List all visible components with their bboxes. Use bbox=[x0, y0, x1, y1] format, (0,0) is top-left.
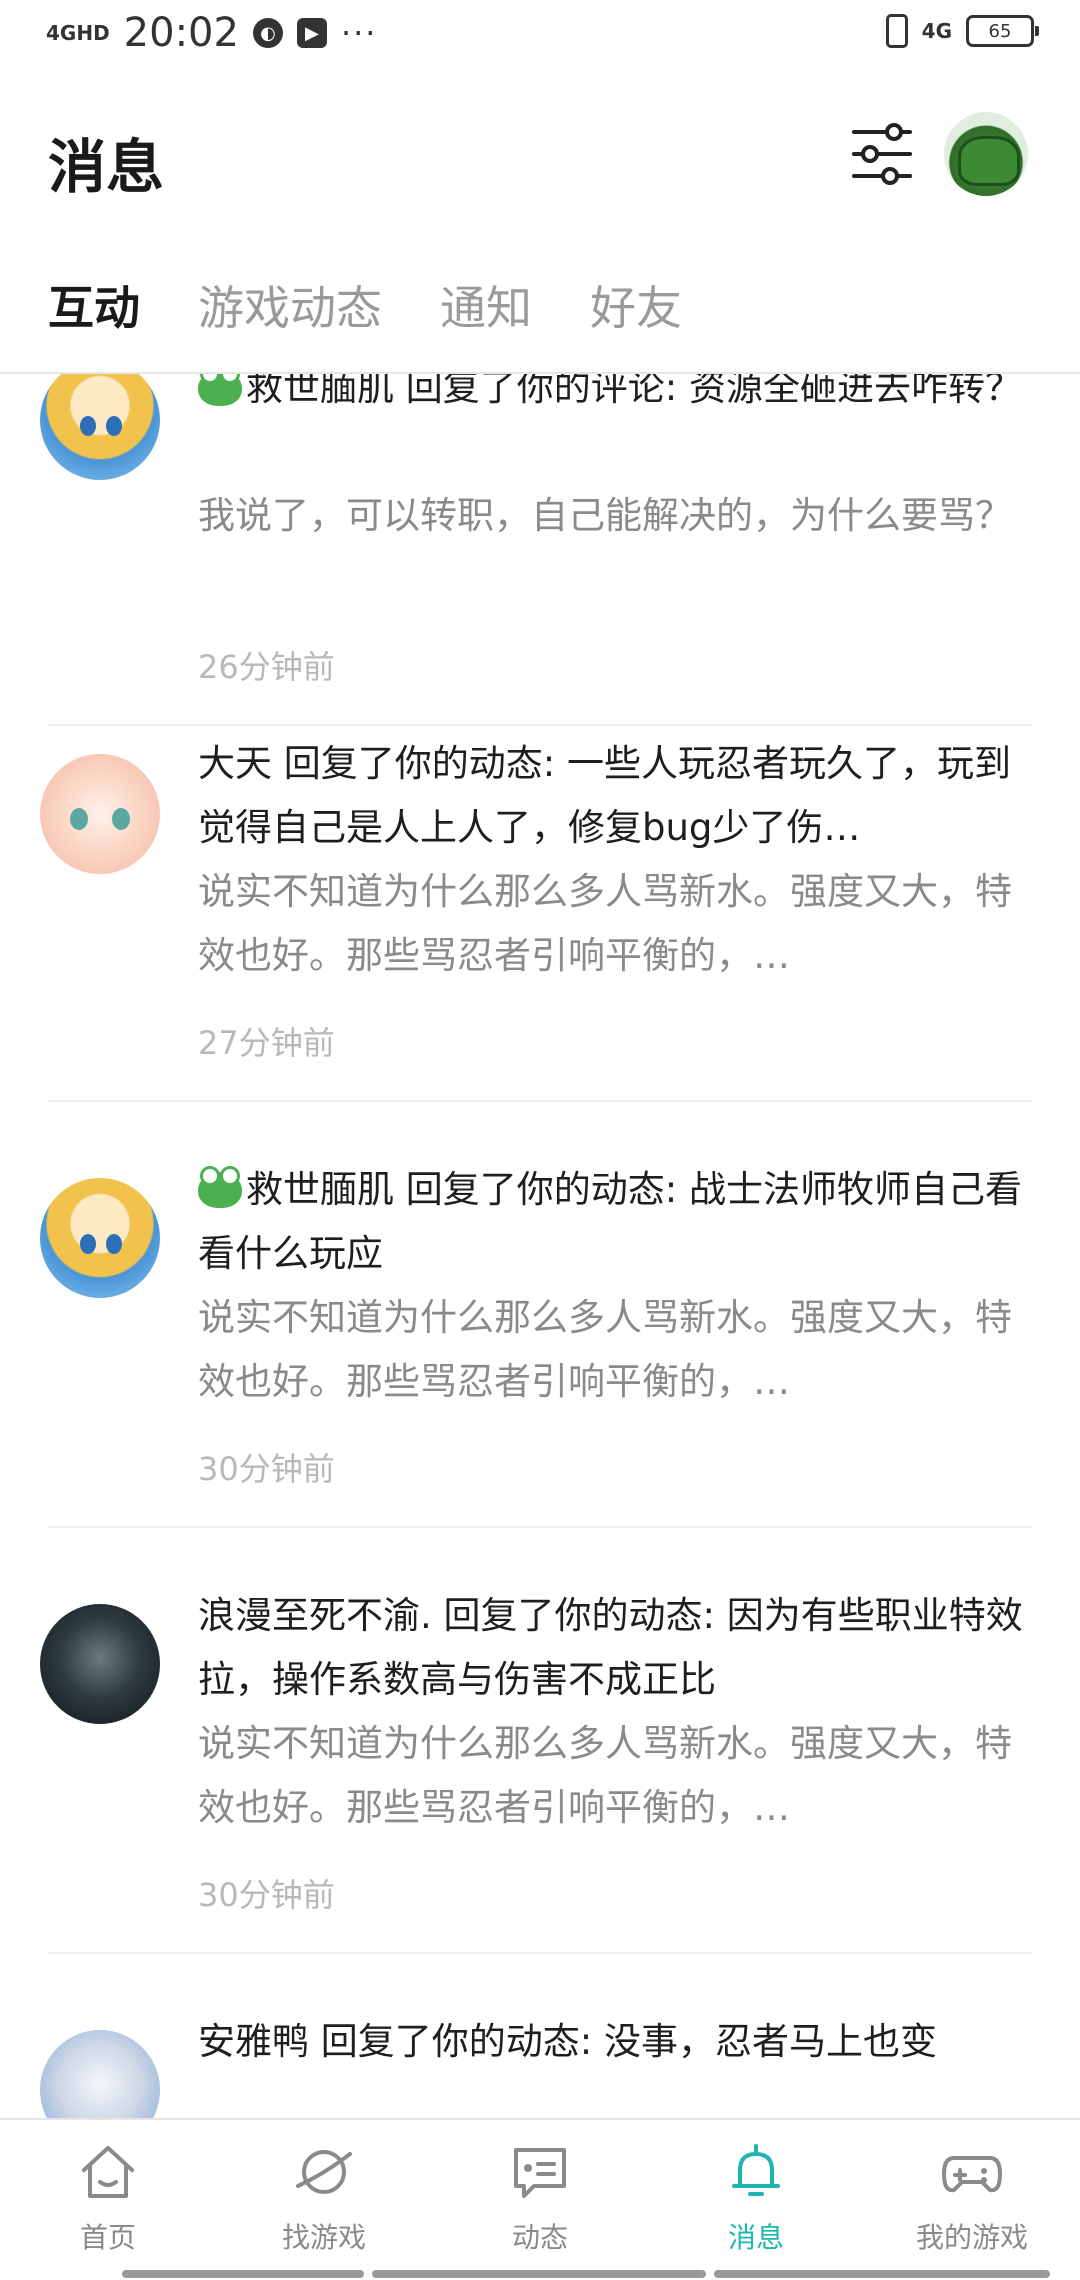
gesture-bar-segment bbox=[122, 2270, 364, 2278]
avatar-eye bbox=[106, 1234, 122, 1254]
battery-indicator: 65 bbox=[966, 15, 1039, 47]
message-time: 30分钟前 bbox=[198, 1450, 335, 1488]
nav-feed[interactable]: 动态 bbox=[465, 2140, 615, 2256]
nav-messages-label: 消息 bbox=[727, 2221, 784, 2254]
chat-icon bbox=[514, 2148, 566, 2198]
message-list[interactable]: 救世腼肌 回复了你的评论: 资源全砸进去咋转？ 我说了，可以转职，自己能解决的，… bbox=[0, 374, 1080, 2118]
divider bbox=[48, 1952, 1032, 1954]
nav-home-label: 首页 bbox=[79, 2221, 136, 2254]
more-notifications-indicator: ··· bbox=[340, 14, 378, 52]
message-title: 浪漫至死不渝. 回复了你的动态: 因为有些职业特效拉，操作系数高与伤害不成正比 bbox=[198, 1594, 1023, 1701]
message-time: 30分钟前 bbox=[198, 1876, 335, 1914]
nav-my-games-label: 我的游戏 bbox=[915, 2221, 1028, 2254]
gamepad-icon bbox=[942, 2156, 1002, 2193]
nav-find-games-label: 找游戏 bbox=[281, 2221, 366, 2254]
avatar-eye bbox=[80, 416, 96, 436]
avatar-eye bbox=[112, 808, 130, 830]
home-icon bbox=[82, 2146, 134, 2198]
message-reply: 说实不知道为什么那么多人骂新水。强度又大，特效也好。那些骂忍者引响平衡的，… bbox=[198, 870, 1012, 977]
gesture-bar-segment bbox=[714, 2270, 1050, 2278]
avatar[interactable] bbox=[40, 374, 160, 480]
message-title: 救世腼肌 回复了你的动态: 战士法师牧师自己看看什么玩应 bbox=[198, 1158, 1038, 1286]
tab-interaction[interactable]: 互动 bbox=[48, 272, 140, 338]
message-title: 安雅鸭 回复了你的动态: 没事，忍者马上也变 bbox=[198, 2020, 937, 2063]
avatar[interactable] bbox=[40, 1178, 160, 1298]
gesture-bar-segment bbox=[372, 2270, 706, 2278]
network-indicator: 4GHD bbox=[46, 21, 110, 45]
status-bar-left: 4GHD 20:02 ◐ ▶ ··· bbox=[46, 10, 377, 56]
message-title-text: 救世腼肌 回复了你的动态: 战士法师牧师自己看看什么玩应 bbox=[198, 1168, 1022, 1275]
bottom-navigation: 首页 找游戏 动态 消息 我的游戏 bbox=[0, 2118, 1080, 2280]
user-avatar[interactable] bbox=[944, 112, 1028, 196]
planet-icon bbox=[296, 2150, 352, 2194]
sliders-icon bbox=[852, 123, 912, 185]
message-title: 救世腼肌 回复了你的评论: 资源全砸进去咋转？ bbox=[198, 374, 1038, 420]
app-notification-icon: ◐ bbox=[252, 18, 283, 48]
divider bbox=[48, 1526, 1032, 1528]
message-reply: 说实不知道为什么那么多人骂新水。强度又大，特效也好。那些骂忍者引响平衡的，… bbox=[198, 1722, 1012, 1829]
status-bar: 4GHD 20:02 ◐ ▶ ··· 4G 65 bbox=[0, 0, 1080, 72]
avatar[interactable] bbox=[40, 2030, 160, 2118]
avatar-crocodile-image bbox=[958, 136, 1020, 186]
vibrate-icon bbox=[885, 14, 908, 48]
message-reply: 说实不知道为什么那么多人骂新水。强度又大，特效也好。那些骂忍者引响平衡的，… bbox=[198, 1296, 1012, 1403]
mobile-data-indicator: 4G bbox=[921, 19, 952, 43]
tab-notifications[interactable]: 通知 bbox=[440, 272, 532, 338]
gesture-bar bbox=[0, 2270, 1080, 2280]
message-tabs: 互动 游戏动态 通知 好友 bbox=[48, 272, 682, 338]
nav-feed-label: 动态 bbox=[511, 2221, 568, 2254]
messages-screen: 4GHD 20:02 ◐ ▶ ··· 4G 65 消息 互动 游戏动态 通知 好… bbox=[0, 0, 1080, 2280]
tab-friends[interactable]: 好友 bbox=[590, 272, 682, 338]
message-time: 26分钟前 bbox=[198, 648, 335, 686]
message-time: 27分钟前 bbox=[198, 1024, 335, 1062]
divider bbox=[48, 1100, 1032, 1102]
avatar-eye bbox=[70, 808, 88, 830]
play-notification-icon: ▶ bbox=[296, 18, 327, 48]
avatar-eye bbox=[80, 1234, 96, 1254]
nav-messages[interactable]: 消息 bbox=[681, 2140, 831, 2256]
avatar[interactable] bbox=[40, 1604, 160, 1724]
clock: 20:02 bbox=[123, 10, 239, 56]
message-title: 大天 回复了你的动态: 一些人玩忍者玩久了，玩到觉得自己是人上人了，修复bug少… bbox=[198, 742, 1011, 849]
frog-emoji-icon bbox=[198, 374, 242, 406]
avatar[interactable] bbox=[40, 754, 160, 874]
tab-game-updates[interactable]: 游戏动态 bbox=[198, 272, 382, 338]
divider bbox=[48, 724, 1032, 726]
frog-emoji-icon bbox=[198, 1166, 242, 1208]
message-title-text: 救世腼肌 回复了你的评论: 资源全砸进去咋转？ bbox=[246, 374, 1022, 409]
nav-home[interactable]: 首页 bbox=[33, 2140, 183, 2256]
nav-find-games[interactable]: 找游戏 bbox=[249, 2140, 399, 2256]
status-bar-right: 4G 65 bbox=[885, 14, 1039, 48]
avatar-eye bbox=[106, 416, 122, 436]
filter-settings-button[interactable] bbox=[846, 118, 918, 190]
bell-icon bbox=[732, 2144, 780, 2196]
message-reply: 我说了，可以转职，自己能解决的，为什么要骂？ bbox=[198, 494, 1012, 537]
nav-my-games[interactable]: 我的游戏 bbox=[897, 2140, 1047, 2256]
battery-level: 65 bbox=[988, 20, 1012, 42]
page-title: 消息 bbox=[48, 133, 165, 201]
